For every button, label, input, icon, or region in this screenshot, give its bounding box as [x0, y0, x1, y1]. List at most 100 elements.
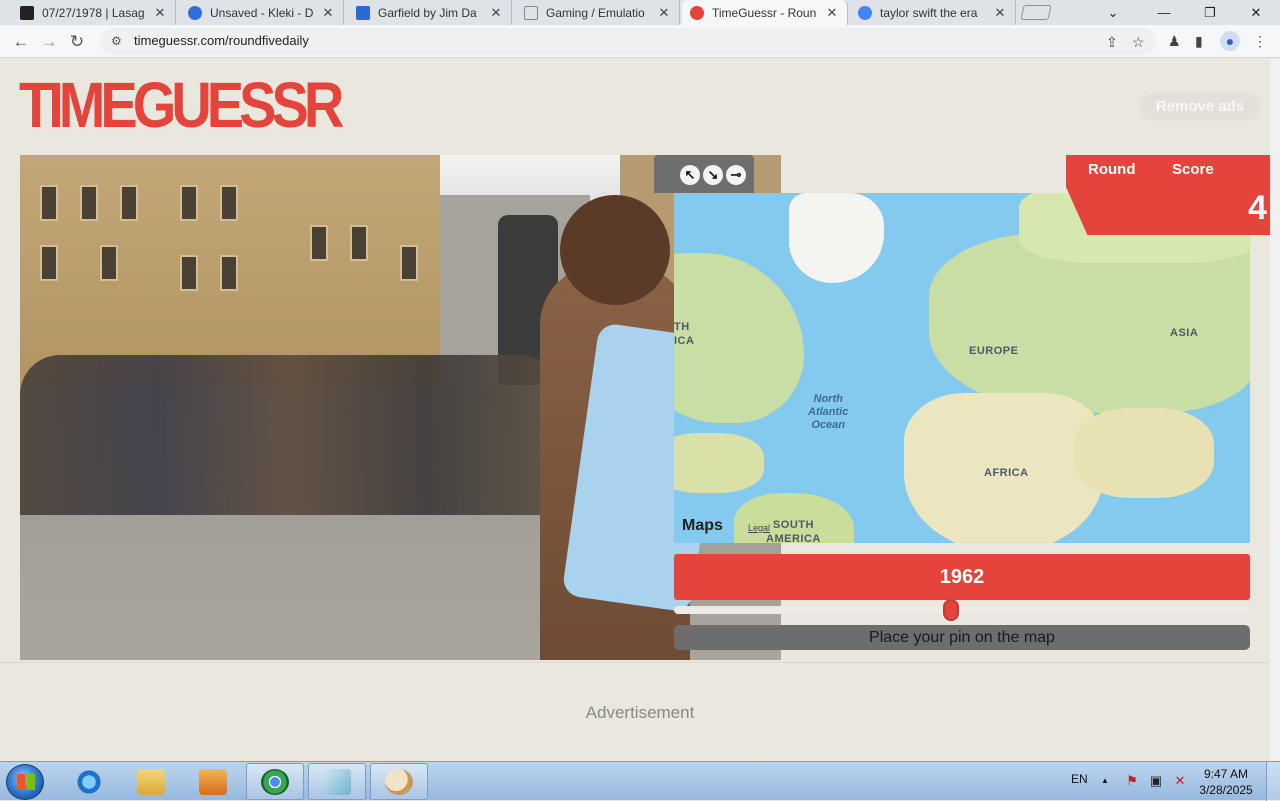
tab-strip: 07/27/1978 | Lasag ✕ Unsaved - Kleki - D…: [0, 0, 1280, 25]
forward-button[interactable]: →: [38, 31, 60, 53]
place-pin-button[interactable]: Place your pin on the map: [674, 625, 1250, 650]
photo-window: [120, 185, 138, 221]
share-icon[interactable]: ⇪: [1106, 34, 1118, 51]
tab-lasagna[interactable]: 07/27/1978 | Lasag ✕: [12, 0, 176, 25]
photo-window: [350, 225, 368, 261]
tab-close-icon[interactable]: ✕: [657, 5, 671, 21]
restore-button[interactable]: ❐: [1187, 0, 1233, 25]
photo-window: [40, 185, 58, 221]
network-icon[interactable]: ▣: [1148, 774, 1164, 788]
taskbar-chrome[interactable]: [246, 763, 304, 800]
tab-kleki[interactable]: Unsaved - Kleki - D ✕: [180, 0, 344, 25]
new-tab-button[interactable]: [1020, 5, 1052, 20]
tab-search-dropdown-icon[interactable]: ⌄: [1090, 0, 1136, 25]
language-indicator[interactable]: EN: [1071, 772, 1088, 786]
chrome-icon: [261, 768, 289, 795]
tab-title: 07/27/1978 | Lasag: [42, 5, 145, 20]
photo-window: [310, 225, 328, 261]
taskbar-notepad[interactable]: [308, 763, 366, 800]
map-label-africa: AFRICA: [984, 467, 1029, 479]
extensions-icon[interactable]: ♟: [1168, 33, 1181, 50]
tab-favicon-icon: [690, 5, 704, 20]
tab-google-search[interactable]: taylor swift the era ✕: [850, 0, 1016, 25]
map-land-greenland: [789, 193, 884, 283]
tab-favicon-icon: [524, 5, 538, 20]
world-map[interactable]: TH ICA EUROPE ASIA AFRICA SOUTH AMERICA …: [674, 193, 1250, 543]
taskbar-media-player[interactable]: [184, 763, 242, 800]
year-slider[interactable]: [674, 599, 1250, 621]
photo-window: [220, 185, 238, 221]
tab-favicon-icon: [20, 5, 34, 20]
score-label: Score: [1172, 161, 1214, 178]
minimize-button[interactable]: —: [1141, 0, 1187, 25]
maps-attribution: Maps: [682, 517, 723, 534]
taskbar-internet-explorer[interactable]: [60, 763, 118, 800]
advertisement-label: Advertisement: [585, 703, 695, 722]
map-legal-link[interactable]: Legal: [748, 523, 770, 533]
photo-window: [80, 185, 98, 221]
map-label-asia: ASIA: [1170, 327, 1199, 339]
profile-avatar-icon[interactable]: ●: [1220, 31, 1240, 51]
menu-kebab-icon[interactable]: ⋮: [1253, 33, 1267, 50]
tab-title: taylor swift the era: [880, 5, 978, 20]
photo-window: [180, 185, 198, 221]
year-display: 1962: [674, 554, 1250, 600]
photo-window: [180, 255, 198, 291]
action-center-flag-icon[interactable]: ⚑: [1124, 774, 1140, 788]
photo-window: [220, 255, 238, 291]
tab-title: TimeGuessr - Roun: [712, 5, 817, 20]
advertisement-area: Advertisement: [0, 662, 1280, 761]
tab-close-icon[interactable]: ✕: [993, 5, 1007, 21]
taskbar-paint[interactable]: [370, 763, 428, 800]
notepad-icon: [323, 768, 351, 795]
tab-close-icon[interactable]: ✕: [321, 5, 335, 21]
address-bar[interactable]: ⚙ timeguessr.com/roundfivedaily ⇪ ☆: [100, 28, 1156, 55]
url-text[interactable]: timeguessr.com/roundfivedaily: [134, 33, 309, 48]
photo-window: [400, 245, 418, 281]
side-panel-icon[interactable]: ▮: [1195, 33, 1203, 50]
tab-title: Unsaved - Kleki - D: [210, 5, 314, 20]
browser-toolbar: ← → ↻ ⚙ timeguessr.com/roundfivedaily ⇪ …: [0, 25, 1280, 58]
clock-date: 3/28/2025: [1199, 783, 1253, 797]
timeguessr-page: TIMEGUESSR Remove ads ↖ ↘ ⊸ TH ICA EUROP…: [0, 59, 1280, 761]
photo-window: [40, 245, 58, 281]
round-score-panel: Round Score 4: [1066, 155, 1280, 235]
timeguessr-logo[interactable]: TIMEGUESSR: [19, 72, 344, 137]
taskbar-clock[interactable]: 9:47 AM 3/28/2025: [1196, 766, 1256, 798]
remove-ads-button[interactable]: Remove ads: [1140, 93, 1260, 121]
bookmark-star-icon[interactable]: ☆: [1132, 34, 1145, 51]
tab-gaming[interactable]: Gaming / Emulatio ✕: [516, 0, 680, 25]
media-player-icon: [199, 768, 227, 795]
windows-logo-icon: [17, 774, 35, 790]
reload-button[interactable]: ↻: [66, 31, 88, 53]
expand-map-icon[interactable]: ↖: [680, 165, 700, 185]
tray-overflow-arrow-icon[interactable]: ▲: [1101, 776, 1109, 785]
page-scrollbar[interactable]: [1270, 59, 1280, 761]
show-desktop-button[interactable]: [1266, 762, 1280, 801]
taskbar-file-explorer[interactable]: [122, 763, 180, 800]
tab-favicon-icon: [188, 5, 202, 20]
tab-title: Garfield by Jim Da: [378, 5, 477, 20]
pin-map-icon[interactable]: ⊸: [726, 165, 746, 185]
tab-close-icon[interactable]: ✕: [489, 5, 503, 21]
score-value: 4: [1248, 189, 1267, 227]
map-label-north-atlantic-ocean: North Atlantic Ocean: [808, 393, 849, 431]
tab-garfield[interactable]: Garfield by Jim Da ✕: [348, 0, 512, 25]
back-button[interactable]: ←: [10, 31, 32, 53]
paint-palette-icon: [385, 768, 413, 795]
tab-close-icon[interactable]: ✕: [825, 5, 839, 21]
round-label: Round: [1088, 161, 1136, 178]
map-land-middle-east: [1074, 408, 1214, 498]
tab-timeguessr[interactable]: TimeGuessr - Roun ✕: [682, 0, 848, 25]
start-button[interactable]: [6, 764, 44, 800]
volume-muted-icon[interactable]: ✕: [1172, 774, 1188, 788]
year-slider-thumb[interactable]: [942, 599, 959, 621]
close-window-button[interactable]: ✕: [1233, 0, 1279, 25]
tab-favicon-icon: [858, 5, 872, 20]
tab-favicon-icon: [356, 5, 370, 20]
site-info-icon[interactable]: ⚙: [111, 34, 122, 48]
folder-icon: [137, 768, 165, 795]
shrink-map-icon[interactable]: ↘: [703, 165, 723, 185]
clock-time: 9:47 AM: [1203, 767, 1249, 781]
tab-close-icon[interactable]: ✕: [153, 5, 167, 21]
